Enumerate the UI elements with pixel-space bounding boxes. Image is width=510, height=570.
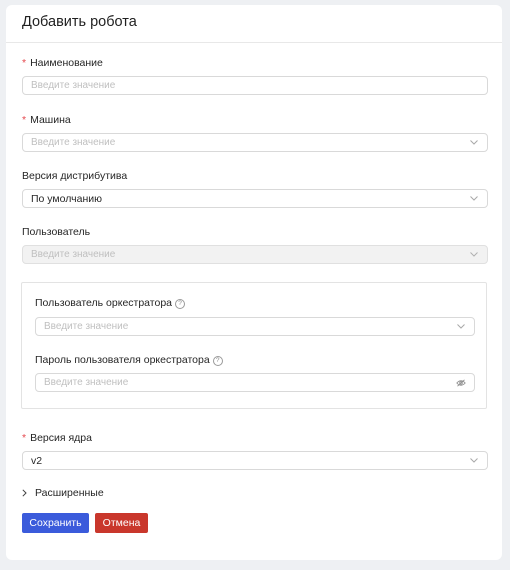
save-button[interactable]: Сохранить <box>22 513 89 533</box>
machine-label: * Машина <box>22 114 71 126</box>
distro-value: По умолчанию <box>31 192 103 205</box>
name-label-text: Наименование <box>30 57 103 69</box>
orch-password-placeholder: Введите значение <box>44 377 129 388</box>
advanced-toggle[interactable]: Расширенные <box>22 487 104 499</box>
help-icon[interactable]: ? <box>212 356 223 367</box>
cancel-button[interactable]: Отмена <box>95 513 148 533</box>
chevron-down-icon <box>469 138 479 148</box>
name-placeholder: Введите значение <box>31 80 116 91</box>
distro-select[interactable]: По умолчанию <box>22 189 488 208</box>
user-select: Введите значение <box>22 245 488 264</box>
chevron-down-icon <box>469 194 479 204</box>
distro-label: Версия дистрибутива <box>22 170 128 182</box>
required-mark: * <box>22 432 27 444</box>
machine-placeholder: Введите значение <box>31 137 116 148</box>
name-label: * Наименование <box>22 57 103 69</box>
orch-password-input[interactable]: Введите значение <box>35 373 475 392</box>
orch-password-label-text: Пароль пользователя оркестратора <box>35 354 210 366</box>
name-input[interactable]: Введите значение <box>22 76 488 95</box>
dialog-title: Добавить робота <box>22 14 137 30</box>
kernel-label-text: Версия ядра <box>30 432 92 444</box>
machine-select[interactable]: Введите значение <box>22 133 488 152</box>
kernel-label: * Версия ядра <box>22 432 92 444</box>
orch-user-label: Пользователь оркестратора? <box>35 297 186 310</box>
orch-user-label-text: Пользователь оркестратора <box>35 297 173 309</box>
required-mark: * <box>22 57 27 69</box>
title-divider <box>6 42 502 43</box>
chevron-down-icon <box>456 322 466 332</box>
eye-off-icon[interactable] <box>456 378 466 388</box>
kernel-select[interactable]: v2 <box>22 451 488 470</box>
user-label: Пользователь <box>22 226 91 238</box>
chevron-down-icon <box>469 250 479 260</box>
orch-user-select[interactable]: Введите значение <box>35 317 475 336</box>
orch-user-placeholder: Введите значение <box>44 321 129 332</box>
help-icon[interactable]: ? <box>175 299 186 310</box>
kernel-value: v2 <box>31 454 43 467</box>
user-placeholder: Введите значение <box>31 249 116 260</box>
machine-label-text: Машина <box>30 114 71 126</box>
add-robot-dialog: Добавить робота * Наименование Введите зн… <box>6 5 502 560</box>
advanced-label: Расширенные <box>35 487 104 499</box>
chevron-right-icon <box>22 489 27 497</box>
chevron-down-icon <box>469 456 479 466</box>
orch-password-label: Пароль пользователя оркестратора? <box>35 354 223 367</box>
required-mark: * <box>22 114 27 126</box>
